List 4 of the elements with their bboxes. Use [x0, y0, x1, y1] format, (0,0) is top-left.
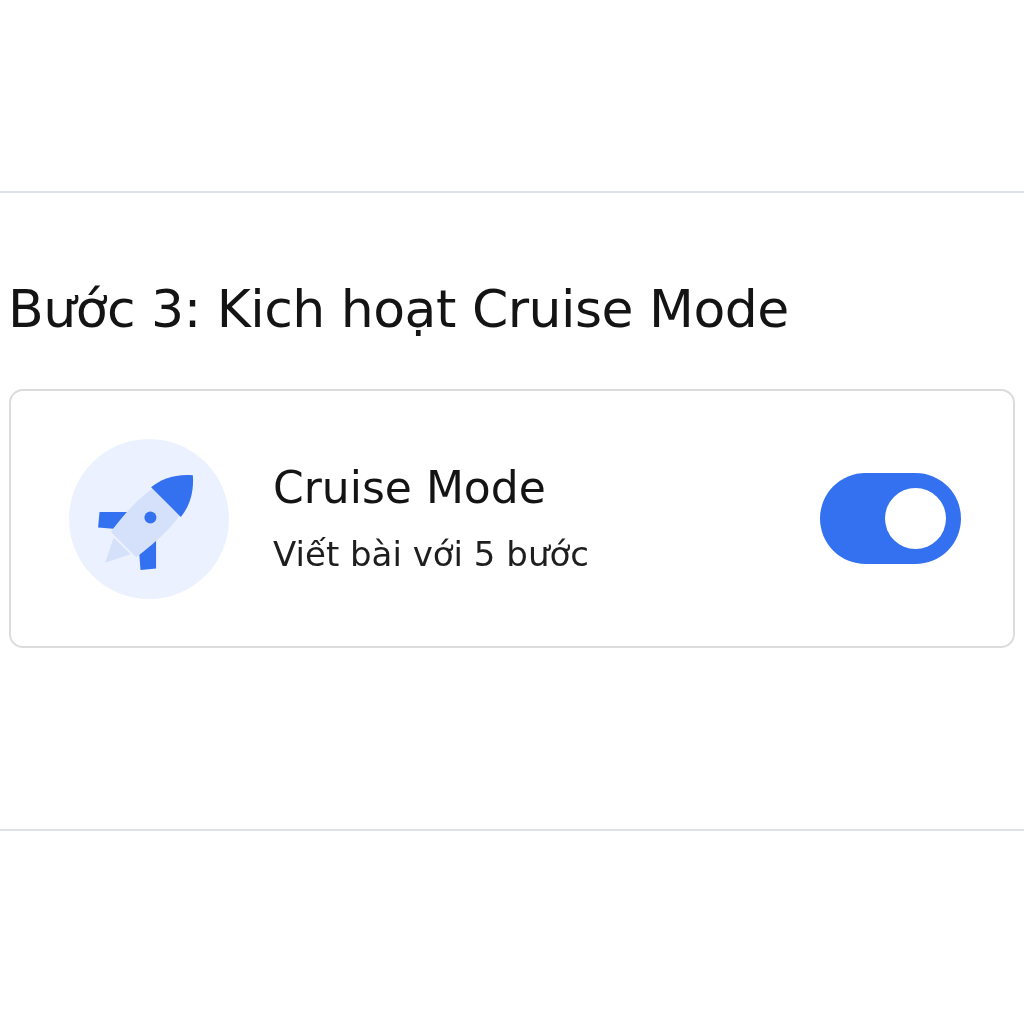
setting-title: Cruise Mode — [273, 460, 547, 515]
setting-description: Viết bài với 5 bước — [273, 532, 590, 576]
section-heading: Bước 3: Kich hoạt Cruise Mode — [8, 278, 790, 341]
rocket-icon — [69, 438, 229, 599]
